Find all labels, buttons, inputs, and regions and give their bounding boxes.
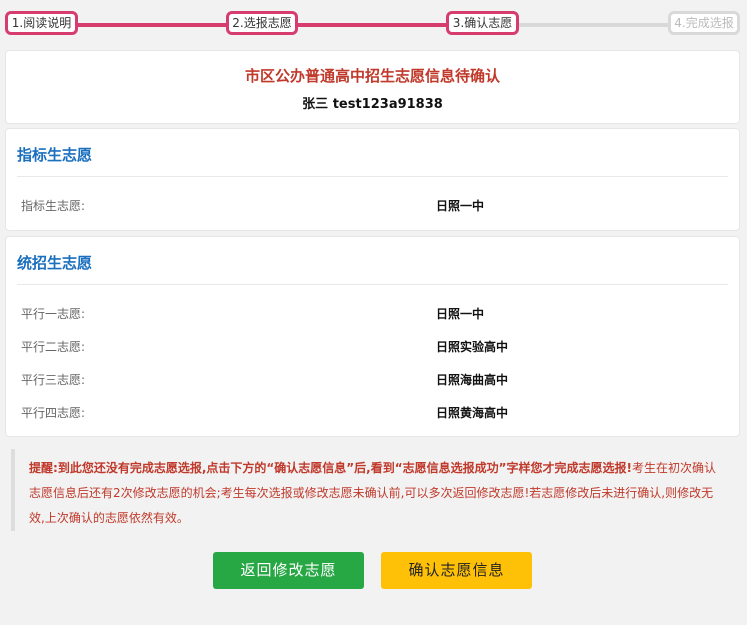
step-connector-1 [76, 23, 228, 27]
row-label: 平行三志愿: [21, 373, 86, 387]
step-connector-2 [296, 23, 448, 27]
section-divider [17, 284, 728, 285]
notice-prefix: 提醒: [29, 461, 58, 475]
page-title: 市区公办普通高中招生志愿信息待确认 [244, 67, 500, 85]
confirm-choices-button[interactable]: 确认志愿信息 [381, 552, 532, 589]
parallel-choice-1-row: 平行一志愿: 日照一中 [21, 305, 739, 325]
step-connector-3 [518, 23, 670, 27]
step-2-select-choices: 2.选报志愿 [226, 11, 298, 35]
step-3-confirm-choices: 3.确认志愿 [446, 11, 519, 35]
parallel-choice-3-row: 平行三志愿: 日照海曲高中 [21, 371, 739, 391]
row-label: 指标生志愿: [21, 199, 86, 213]
row-value: 日照海曲高中 [436, 373, 509, 387]
row-value: 日照一中 [436, 199, 485, 213]
step-1-read-instructions: 1.阅读说明 [5, 11, 78, 35]
row-label: 平行一志愿: [21, 307, 86, 321]
step-4-complete: 4.完成选报 [668, 11, 740, 35]
notice-emphasis: 到此您还没有完成志愿选报,点击下方的“确认志愿信息”后,看到“志愿信息选报成功”… [57, 461, 632, 475]
unified-section-card: 统招生志愿 平行一志愿: 日照一中 平行二志愿: 日照实验高中 平行三志愿: 日… [5, 236, 740, 437]
back-to-edit-button[interactable]: 返回修改志愿 [213, 552, 364, 589]
unified-section-title: 统招生志愿 [17, 254, 93, 272]
quota-section-title: 指标生志愿 [17, 146, 93, 164]
quota-choice-row: 指标生志愿: 日照一中 [21, 197, 739, 217]
student-info: 张三 test123a91838 [302, 97, 443, 112]
quota-section-card: 指标生志愿 指标生志愿: 日照一中 [5, 128, 740, 231]
row-label: 平行四志愿: [21, 406, 86, 420]
row-value: 日照实验高中 [436, 340, 509, 354]
row-label: 平行二志愿: [21, 340, 86, 354]
reminder-notice: 提醒:到此您还没有完成志愿选报,点击下方的“确认志愿信息”后,看到“志愿信息选报… [11, 449, 736, 531]
progress-steps: 1.阅读说明 2.选报志愿 3.确认志愿 4.完成选报 [0, 0, 747, 48]
row-value: 日照一中 [436, 307, 485, 321]
parallel-choice-2-row: 平行二志愿: 日照实验高中 [21, 338, 739, 358]
section-divider [17, 176, 728, 177]
row-value: 日照黄海高中 [436, 406, 509, 420]
header-card: 市区公办普通高中招生志愿信息待确认 张三 test123a91838 [5, 50, 740, 124]
parallel-choice-4-row: 平行四志愿: 日照黄海高中 [21, 404, 739, 424]
